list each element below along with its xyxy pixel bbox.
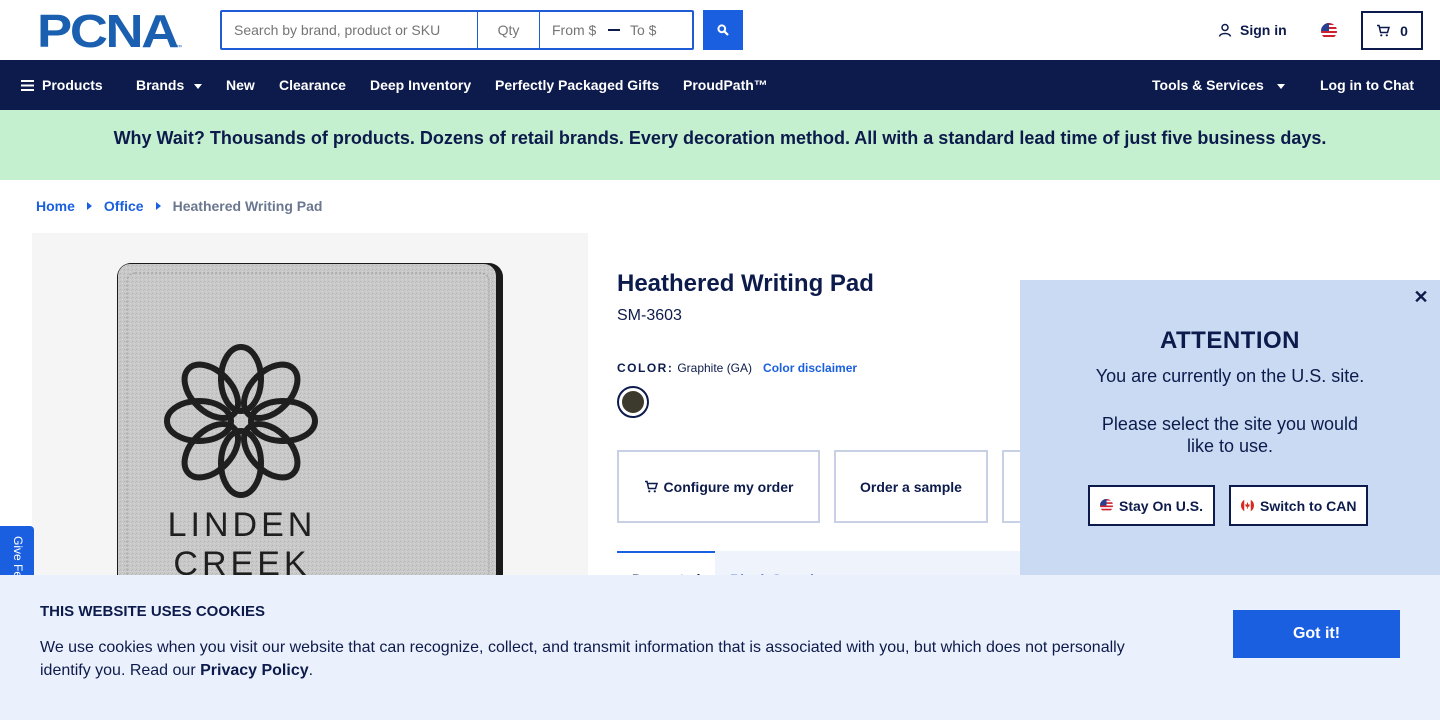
- configure-order-label: Configure my order: [663, 478, 794, 495]
- configure-order-button[interactable]: Configure my order: [617, 450, 820, 523]
- color-label: COLOR:: [617, 361, 674, 375]
- cart-count: 0: [1400, 22, 1408, 39]
- nav-clearance[interactable]: Clearance: [279, 60, 346, 110]
- stay-us-button[interactable]: Stay On U.S.: [1088, 485, 1216, 526]
- chevron-down-icon: [1276, 83, 1285, 89]
- switch-can-button[interactable]: Switch to CAN: [1229, 485, 1369, 526]
- close-icon[interactable]: ✕: [1412, 287, 1430, 307]
- cart-icon: [1377, 24, 1391, 37]
- us-flag-icon[interactable]: [1321, 23, 1337, 39]
- nav-chat-label: Log in to Chat: [1320, 77, 1415, 93]
- chevron-right-icon: [155, 202, 161, 210]
- nav-products-label: Products: [42, 77, 103, 93]
- swatch-fill: [622, 391, 644, 413]
- sign-in-label: Sign in: [1240, 22, 1287, 38]
- price-range: [540, 12, 692, 48]
- cookie-accept-button[interactable]: Got it!: [1233, 610, 1400, 658]
- price-dash: [608, 29, 620, 31]
- nav-chat-login[interactable]: Log in to Chat: [1320, 60, 1414, 110]
- search-input[interactable]: [222, 12, 478, 48]
- switch-can-label: Switch to CAN: [1260, 497, 1357, 514]
- breadcrumb: Home Office Heathered Writing Pad: [36, 198, 322, 214]
- nav-brands[interactable]: Brands: [136, 60, 203, 110]
- user-icon: [1218, 23, 1232, 37]
- product-sku: SM-3603: [617, 307, 682, 324]
- nav-deep-inventory-label: Deep Inventory: [370, 77, 472, 93]
- chevron-down-icon: [194, 83, 203, 89]
- nav-brands-label: Brands: [136, 77, 185, 93]
- breadcrumb-current: Heathered Writing Pad: [172, 198, 323, 214]
- site-select-popup: ✕ ATTENTION You are currently on the U.S…: [1020, 280, 1440, 575]
- cart-icon: [644, 480, 658, 493]
- attention-title: ATTENTION: [1159, 327, 1301, 354]
- nav-tools-label: Tools & Services: [1152, 77, 1264, 93]
- cookie-title: THIS WEBSITE USES COOKIES: [40, 603, 266, 620]
- cookie-period: .: [308, 662, 314, 679]
- breadcrumb-office[interactable]: Office: [104, 198, 144, 214]
- product-title: Heathered Writing Pad: [617, 270, 874, 297]
- product-print-line1: LINDEN: [168, 506, 317, 544]
- search-group: [220, 10, 694, 50]
- canada-flag-icon: [1241, 499, 1255, 512]
- nav-products[interactable]: Products: [21, 60, 103, 110]
- svg-text:™: ™: [176, 44, 182, 50]
- cookie-text: We use cookies when you visit our websit…: [40, 636, 1150, 682]
- nav-tools-services[interactable]: Tools & Services: [1152, 60, 1285, 110]
- cookie-banner: THIS WEBSITE USES COOKIES We use cookies…: [0, 575, 1440, 720]
- main-nav: Products Brands New Clearance Deep Inven…: [0, 60, 1440, 110]
- chevron-right-icon: [86, 202, 92, 210]
- color-value: Graphite (GA): [677, 361, 753, 375]
- nav-proudpath-label: ProudPath™: [683, 77, 768, 93]
- nav-new-label: New: [226, 77, 255, 93]
- site-buttons: Stay On U.S. Switch to CAN: [1088, 485, 1369, 526]
- order-sample-label: Order a sample: [860, 478, 962, 495]
- nav-clearance-label: Clearance: [279, 77, 346, 93]
- pcna-logo[interactable]: PCNA ™: [37, 5, 185, 57]
- promo-banner: Why Wait? Thousands of products. Dozens …: [0, 110, 1440, 180]
- promo-text: Why Wait? Thousands of products. Dozens …: [113, 127, 1327, 148]
- search-icon: [717, 24, 729, 36]
- nav-gifts-label: Perfectly Packaged Gifts: [495, 77, 660, 93]
- us-flag-icon: [1100, 499, 1113, 512]
- nav-perfectly-packaged-gifts[interactable]: Perfectly Packaged Gifts: [495, 60, 659, 110]
- color-disclaimer-link[interactable]: Color disclaimer: [763, 361, 857, 375]
- nav-proudpath[interactable]: ProudPath™: [683, 60, 768, 110]
- price-from-input[interactable]: [540, 12, 602, 48]
- breadcrumb-home[interactable]: Home: [36, 198, 75, 214]
- color-row: COLOR: Graphite (GA) Color disclaimer: [617, 361, 857, 375]
- qty-input[interactable]: [478, 12, 540, 48]
- cart-button[interactable]: 0: [1361, 11, 1423, 50]
- order-sample-button[interactable]: Order a sample: [834, 450, 988, 523]
- color-swatch-graphite[interactable]: [617, 386, 649, 418]
- attention-line1: You are currently on the U.S. site.: [1095, 366, 1365, 386]
- privacy-policy-link[interactable]: Privacy Policy: [200, 662, 309, 679]
- logo-wordmark: PCNA: [37, 12, 178, 50]
- nav-new[interactable]: New: [226, 60, 255, 110]
- menu-icon: [21, 79, 34, 91]
- sign-in-link[interactable]: Sign in: [1218, 22, 1287, 38]
- site-header: PCNA ™ Sign in: [0, 0, 1440, 60]
- search-button[interactable]: [703, 10, 743, 50]
- nav-deep-inventory[interactable]: Deep Inventory: [370, 60, 471, 110]
- price-to-input[interactable]: [630, 12, 686, 48]
- stay-us-label: Stay On U.S.: [1119, 497, 1204, 514]
- attention-line2: Please select the site you would like to…: [1101, 414, 1359, 456]
